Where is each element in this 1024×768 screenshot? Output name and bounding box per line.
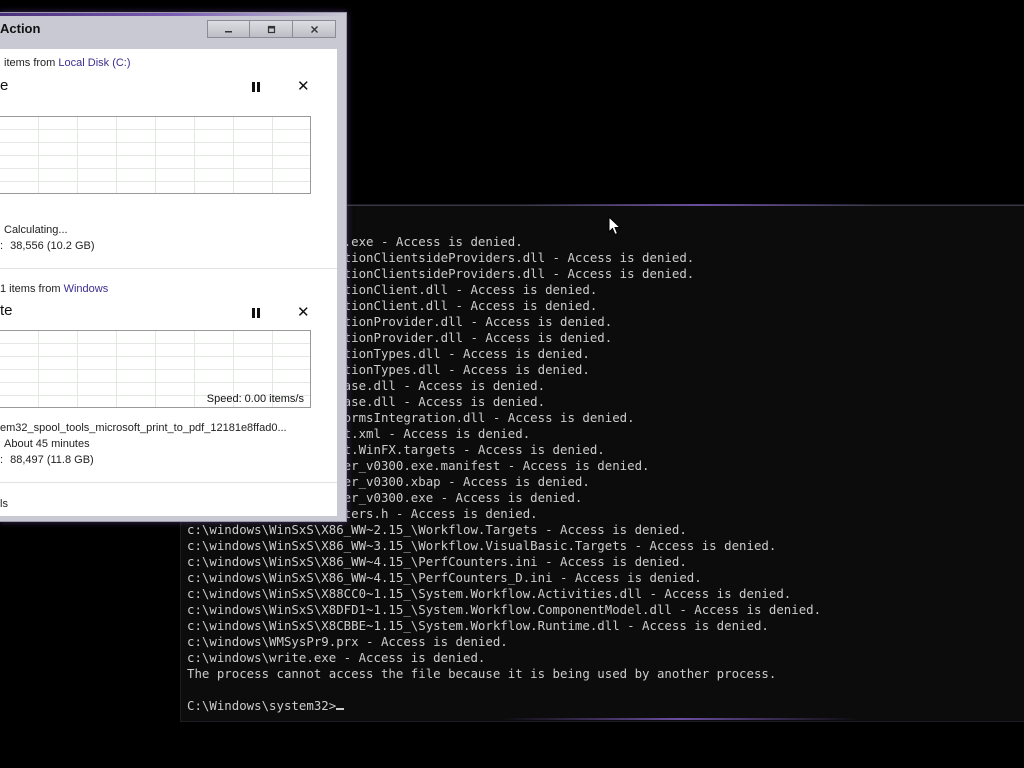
dialog-title: Action [0,21,41,36]
console-line: c:\windows\WMSysPr9.prx - Access is deni… [187,634,508,649]
fewer-details-link[interactable]: ls [0,498,8,510]
op1-pause-icon[interactable] [252,82,260,92]
op2-source-link[interactable]: Windows [64,283,109,295]
op1-count-row: : 38,556 (10.2 GB) [0,240,95,252]
op1-desc-prefix: items from [4,57,56,69]
dialog-accent-border [0,13,346,16]
op2-description: 1 items from Windows [0,283,108,295]
op2-count-row: : 88,497 (11.8 GB) [0,454,94,466]
op1-count: 38,556 (10.2 GB) [10,240,95,252]
op2-progress-graph: Speed: 0.00 items/s [0,330,311,408]
console-glow-bottom [500,718,860,720]
console-line: c:\windows\WinSxS\X86_WW~2.15_\Workflow.… [187,522,687,537]
op2-heading: te [0,302,13,319]
mouse-pointer-icon [608,216,622,236]
text-cursor [336,708,345,710]
op2-count-prefix: : [0,454,4,466]
op1-description: items from Local Disk (C:) [4,57,131,69]
console-line: c:\windows\WinSxS\X8DFD1~1.15_\System.Wo… [187,602,822,617]
op1-heading: e [0,77,9,94]
op1-source-link[interactable]: Local Disk (C:) [58,57,130,69]
footer-separator [0,482,337,483]
console-line: c:\windows\write.exe - Access is denied. [187,650,486,665]
minimize-icon [225,30,232,32]
op2-cancel-icon[interactable]: ✕ [297,305,310,320]
maximize-button[interactable] [250,20,293,38]
close-icon [310,25,318,33]
maximize-icon [267,25,275,33]
operations-panel: items from Local Disk (C:) e ✕ Calculati… [0,49,337,516]
console-line: c:\windows\WinSxS\X8CBBE~1.15_\System.Wo… [187,618,769,633]
console-glow-top [520,204,880,206]
window-controls [207,20,336,40]
op2-filename: em32_spool_tools_microsoft_print_to_pdf_… [0,422,287,434]
console-line: The process cannot access the file becau… [187,666,777,681]
file-operation-dialog[interactable]: Action items from Local Disk (C:) e ✕ Ca… [0,12,347,522]
op1-status: Calculating... [4,224,68,236]
close-button[interactable] [293,20,336,38]
op1-progress-graph [0,116,311,194]
minimize-button[interactable] [207,20,250,38]
op2-speed: Speed: 0.00 items/s [206,393,304,405]
op2-desc-prefix: 1 items from [0,283,61,295]
op1-count-prefix: : [0,240,4,252]
console-line: c:\windows\WinSxS\X86_WW~4.15_\PerfCount… [187,570,702,585]
op2-count: 88,497 (11.8 GB) [10,454,94,466]
op2-time-remaining: About 45 minutes [4,438,90,450]
console-line: c:\windows\WinSxS\X88CC0~1.15_\System.Wo… [187,586,792,601]
console-line: c:\windows\WinSxS\X86_WW~4.15_\PerfCount… [187,554,687,569]
op-separator [0,268,337,269]
op2-pause-icon[interactable] [252,308,260,318]
op1-cancel-icon[interactable]: ✕ [297,79,310,94]
console-line: c:\windows\WinSxS\X86_WW~3.15_\Workflow.… [187,538,777,553]
console-line: C:\Windows\system32> [187,698,337,713]
